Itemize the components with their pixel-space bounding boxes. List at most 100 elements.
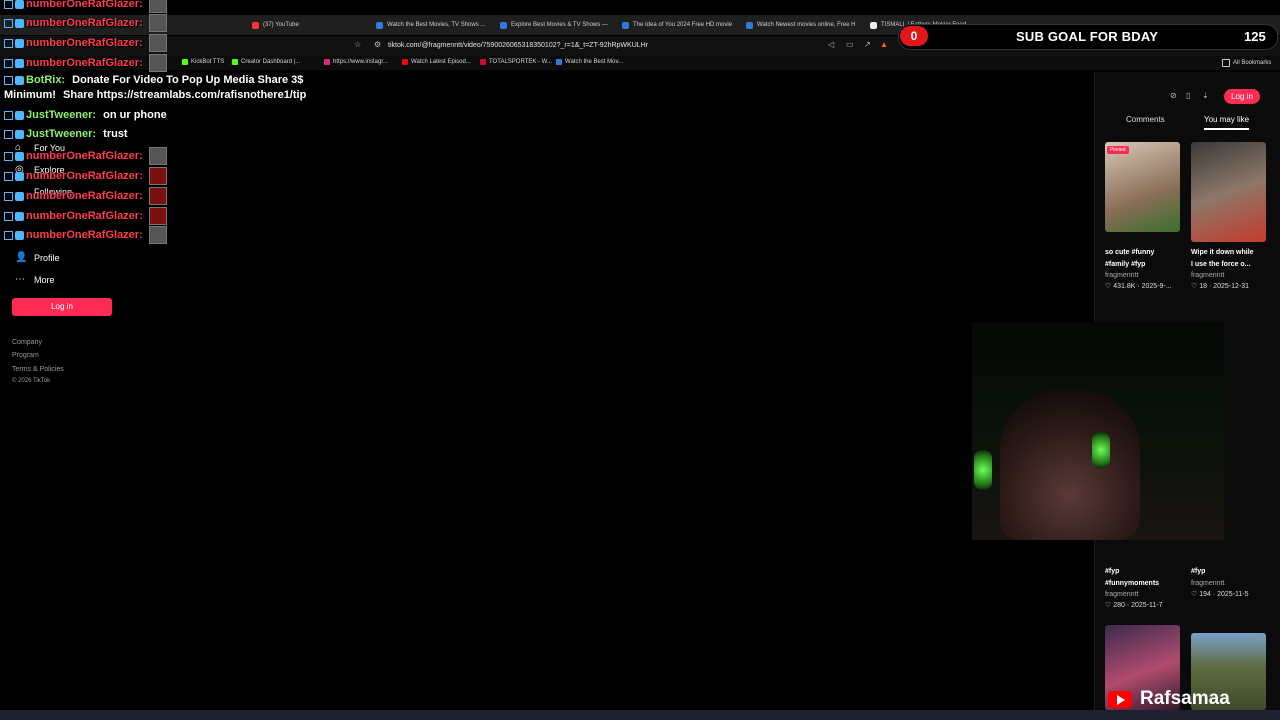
chat-message: numberOneRafGlazer:: [4, 226, 167, 244]
verified-badge-icon: [15, 211, 24, 221]
tab-comments[interactable]: Comments: [1126, 115, 1165, 124]
mod-badge-icon: [4, 0, 13, 9]
video-title[interactable]: so cute #funny #family #fyp: [1105, 247, 1154, 271]
bookmark-item[interactable]: Watch the Best Mov...: [556, 59, 623, 65]
emote-icon: [148, 54, 167, 72]
browser-tab[interactable]: Watch Newest movies online, Free H: [746, 15, 855, 35]
verified-badge-icon: [15, 191, 24, 201]
browser-tab[interactable]: Watch the Best Movies, TV Shows ...: [376, 15, 485, 35]
site-icon: [746, 21, 753, 29]
mod-badge-icon: [4, 110, 13, 120]
verified-badge-icon: [15, 58, 24, 68]
header-login-button[interactable]: Log in: [1224, 89, 1260, 104]
site-icon: [376, 21, 383, 29]
browser-tab[interactable]: Explore Best Movies & TV Shows —: [500, 15, 608, 35]
mod-badge-icon: [4, 171, 13, 181]
mod-badge-icon: [4, 58, 13, 68]
mute-icon[interactable]: ◁: [828, 40, 834, 49]
mod-badge-icon: [4, 38, 13, 48]
kick-icon: [182, 59, 188, 65]
chat-message: numberOneRafGlazer:: [4, 147, 167, 165]
video-author[interactable]: fragmenntt: [1191, 580, 1224, 587]
chat-message: JustTweener: trust: [4, 128, 128, 140]
video-thumbnail[interactable]: [1191, 142, 1266, 242]
mod-badge-icon: [4, 129, 13, 139]
chat-message: numberOneRafGlazer:: [4, 54, 167, 72]
mod-badge-icon: [4, 191, 13, 201]
headphone-light: [974, 450, 992, 490]
emote-icon: [148, 147, 167, 165]
goal-count: 0: [900, 26, 928, 46]
profile-icon: 👤: [15, 252, 28, 263]
emote-icon: [148, 167, 167, 185]
bookmark-star-icon[interactable]: ☆: [354, 40, 361, 49]
bookmark-item[interactable]: TOTALSPORTEK - W...: [480, 59, 552, 65]
video-author[interactable]: fragmenntt: [1105, 272, 1138, 279]
site-info-icon[interactable]: ⚙: [374, 40, 381, 49]
taskbar-edge: [0, 710, 1280, 720]
instagram-icon: [324, 59, 330, 65]
emote-icon: [148, 34, 167, 52]
bookmark-item[interactable]: KickBot TTS: [182, 59, 224, 65]
mod-badge-icon: [4, 230, 13, 240]
video-title[interactable]: #fyp: [1191, 566, 1205, 578]
verified-badge-icon: [15, 230, 24, 240]
chat-message: BotRix: Donate For Video To Pop Up Media…: [4, 74, 303, 86]
chat-message: numberOneRafGlazer:: [4, 14, 167, 32]
browser-tab[interactable]: The Idea of You 2024 Free HD movie: [622, 15, 732, 35]
verified-badge-icon: [15, 75, 24, 85]
emote-icon: [148, 0, 167, 13]
url-field[interactable]: tiktok.com/@fragmenntt/video/75900260653…: [388, 42, 648, 49]
nav-more[interactable]: More: [34, 275, 55, 285]
footer-program[interactable]: Program: [12, 352, 39, 359]
site-icon: [480, 59, 486, 65]
login-button[interactable]: Log in: [12, 298, 112, 316]
chat-message: numberOneRafGlazer:: [4, 187, 167, 205]
site-icon: [556, 59, 562, 65]
video-title[interactable]: #fyp #funnymoments: [1105, 566, 1159, 590]
video-author[interactable]: fragmenntt: [1191, 272, 1224, 279]
chat-message: numberOneRafGlazer:: [4, 34, 167, 52]
play-icon: [1117, 695, 1125, 705]
kick-icon: [232, 59, 238, 65]
goal-label: SUB GOAL FOR BDAY: [1016, 29, 1159, 44]
channel-name: Rafsamaa: [1140, 688, 1230, 709]
browser-tab[interactable]: (37) YouTube: [252, 15, 299, 35]
video-title[interactable]: Wipe it down while I use the force o...: [1191, 247, 1254, 271]
verified-badge-icon: [15, 18, 24, 28]
video-meta: ♡ 431.8K · 2025-9-...: [1105, 283, 1172, 290]
chat-message: JustTweener: on ur phone: [4, 109, 167, 121]
emote-icon: [148, 14, 167, 32]
footer-terms[interactable]: Terms & Policies: [12, 366, 64, 373]
chat-message: numberOneRafGlazer:: [4, 167, 167, 185]
verified-badge-icon: [15, 38, 24, 48]
verified-badge-icon: [15, 129, 24, 139]
video-author[interactable]: fragmenntt: [1105, 591, 1138, 598]
mod-badge-icon: [4, 151, 13, 161]
video-thumbnail[interactable]: [1105, 142, 1180, 232]
bookmark-item[interactable]: https://www.instagr...: [324, 59, 388, 65]
tab-you-may-like[interactable]: You may like: [1204, 115, 1250, 130]
all-bookmarks[interactable]: All Bookmarks: [1222, 59, 1271, 67]
video-meta: ♡ 194 · 2025-11-5: [1191, 591, 1249, 598]
bookmark-item[interactable]: Creator Dashboard |...: [232, 59, 300, 65]
footer-copyright: © 2026 TikTok: [12, 378, 51, 384]
nav-profile[interactable]: Profile: [34, 253, 60, 263]
footer-company[interactable]: Company: [12, 339, 42, 346]
verified-badge-icon: [15, 0, 24, 9]
youtube-icon: [252, 21, 259, 29]
bookmark-item[interactable]: Watch Latest Episod...: [402, 59, 471, 65]
streamer-image: [1000, 390, 1140, 540]
verified-badge-icon: [15, 151, 24, 161]
cast-icon[interactable]: ▭: [846, 40, 854, 49]
download-icon[interactable]: ⇣: [1202, 91, 1209, 100]
emote-icon: [148, 187, 167, 205]
device-icon[interactable]: ▯: [1186, 91, 1190, 100]
site-icon: [622, 21, 629, 29]
settings-icon[interactable]: ⊘: [1170, 91, 1177, 100]
mod-badge-icon: [4, 18, 13, 28]
more-icon: ⋯: [15, 274, 25, 285]
video-meta: ♡ 280 · 2025-11-7: [1105, 602, 1163, 609]
share-icon[interactable]: ↗: [864, 40, 871, 49]
brave-icon[interactable]: ▲: [880, 40, 888, 49]
